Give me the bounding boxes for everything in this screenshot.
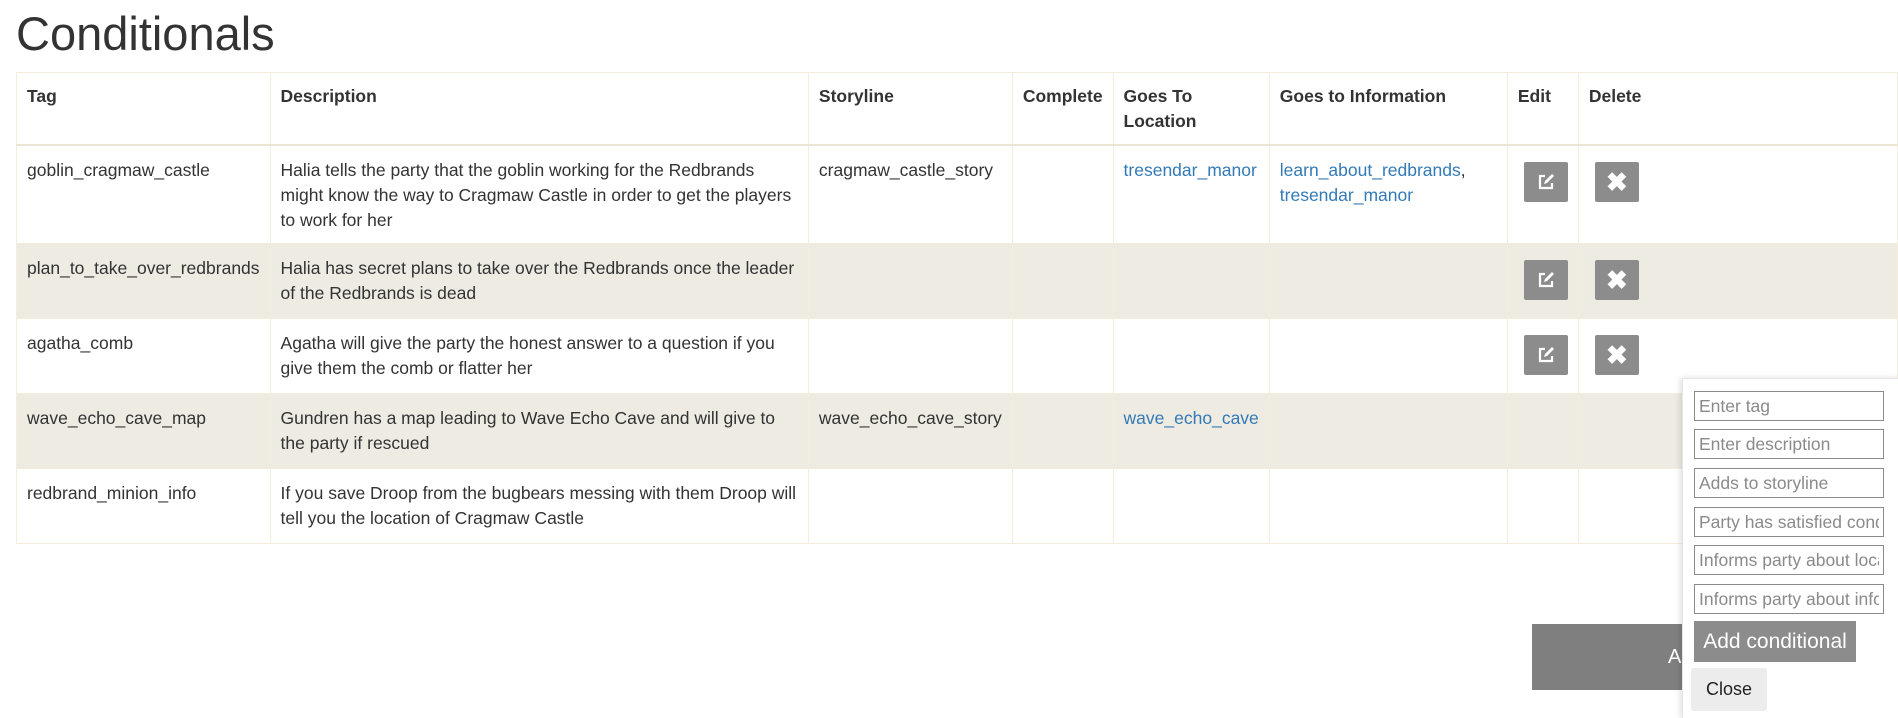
edit-button[interactable]: [1523, 335, 1568, 375]
cell-information: [1268, 393, 1508, 469]
cell-information: learn_about_redbrands, tresendar_manor: [1268, 144, 1508, 244]
column-header-goes-to-information: Goes to Information: [1268, 72, 1508, 146]
column-header-tag: Tag: [16, 72, 271, 146]
cell-location: [1112, 468, 1270, 544]
information-link[interactable]: tresendar_manor: [1280, 185, 1413, 205]
cell-tag: goblin_cragmaw_castle: [16, 144, 271, 244]
column-header-goes-to-location: Goes To Location: [1112, 72, 1270, 146]
information-separator: ,: [1460, 160, 1466, 180]
cell-edit: [1506, 468, 1579, 544]
cell-location: [1112, 243, 1270, 319]
cell-edit: [1506, 393, 1579, 469]
cell-tag: agatha_comb: [16, 318, 271, 394]
cell-delete: ✖: [1577, 144, 1898, 244]
column-header-delete: Delete: [1577, 72, 1898, 146]
information-input[interactable]: [1694, 584, 1884, 614]
add-conditional-panel: Add conditional Close: [1682, 378, 1898, 718]
cell-delete: ✖: [1577, 243, 1898, 319]
edit-icon: [1538, 174, 1554, 190]
cell-description: Halia tells the party that the goblin wo…: [269, 144, 809, 244]
cell-complete: [1011, 243, 1114, 319]
cell-description: Gundren has a map leading to Wave Echo C…: [269, 393, 809, 469]
table-header-row: Tag Description Storyline Complete Goes …: [16, 72, 1898, 146]
information-link[interactable]: learn_about_redbrands: [1280, 160, 1461, 180]
satisfied-condition-input[interactable]: [1694, 507, 1884, 537]
add-conditional-button[interactable]: Add conditional: [1694, 621, 1856, 662]
location-input[interactable]: [1694, 545, 1884, 575]
edit-button[interactable]: [1523, 162, 1568, 202]
cell-information: [1268, 468, 1508, 544]
close-icon: ✖: [1605, 167, 1628, 197]
column-header-description: Description: [269, 72, 809, 146]
delete-button[interactable]: ✖: [1594, 162, 1639, 202]
cell-edit: [1506, 243, 1579, 319]
column-header-edit: Edit: [1506, 72, 1579, 146]
table-row: agatha_comb Agatha will give the party t…: [16, 318, 1898, 394]
cell-description: If you save Droop from the bugbears mess…: [269, 468, 809, 544]
close-icon: ✖: [1605, 265, 1628, 295]
location-link[interactable]: wave_echo_cave: [1124, 408, 1259, 428]
cell-edit: [1506, 318, 1579, 394]
cell-description: Halia has secret plans to take over the …: [269, 243, 809, 319]
description-input[interactable]: [1694, 429, 1884, 459]
close-icon: ✖: [1605, 340, 1628, 370]
conditionals-table: Tag Description Storyline Complete Goes …: [16, 72, 1898, 544]
close-button[interactable]: Close: [1691, 668, 1767, 711]
edit-button[interactable]: [1523, 260, 1568, 300]
cell-edit: [1506, 144, 1579, 244]
cell-complete: [1011, 393, 1114, 469]
cell-information: [1268, 243, 1508, 319]
column-header-complete: Complete: [1011, 72, 1114, 146]
table-row: goblin_cragmaw_castle Halia tells the pa…: [16, 144, 1898, 244]
storyline-input[interactable]: [1694, 468, 1884, 498]
cell-tag: plan_to_take_over_redbrands: [16, 243, 271, 319]
cell-information: [1268, 318, 1508, 394]
cell-complete: [1011, 144, 1114, 244]
edit-icon: [1538, 272, 1554, 288]
cell-storyline: [807, 318, 1013, 394]
table-row: redbrand_minion_info If you save Droop f…: [16, 468, 1898, 544]
cell-storyline: wave_echo_cave_story: [807, 393, 1013, 469]
column-header-storyline: Storyline: [807, 72, 1013, 146]
edit-icon: [1538, 347, 1554, 363]
delete-button[interactable]: ✖: [1594, 260, 1639, 300]
cell-tag: wave_echo_cave_map: [16, 393, 271, 469]
cell-location: wave_echo_cave: [1112, 393, 1270, 469]
cell-storyline: cragmaw_castle_story: [807, 144, 1013, 244]
page-title: Conditionals: [16, 7, 275, 60]
cell-complete: [1011, 468, 1114, 544]
cell-storyline: [807, 468, 1013, 544]
delete-button[interactable]: ✖: [1594, 335, 1639, 375]
location-link[interactable]: tresendar_manor: [1124, 160, 1257, 180]
table-row: wave_echo_cave_map Gundren has a map lea…: [16, 393, 1898, 469]
tag-input[interactable]: [1694, 391, 1884, 421]
table-row: plan_to_take_over_redbrands Halia has se…: [16, 243, 1898, 319]
cell-location: tresendar_manor: [1112, 144, 1270, 244]
cell-complete: [1011, 318, 1114, 394]
cell-location: [1112, 318, 1270, 394]
cell-storyline: [807, 243, 1013, 319]
cell-tag: redbrand_minion_info: [16, 468, 271, 544]
cell-description: Agatha will give the party the honest an…: [269, 318, 809, 394]
